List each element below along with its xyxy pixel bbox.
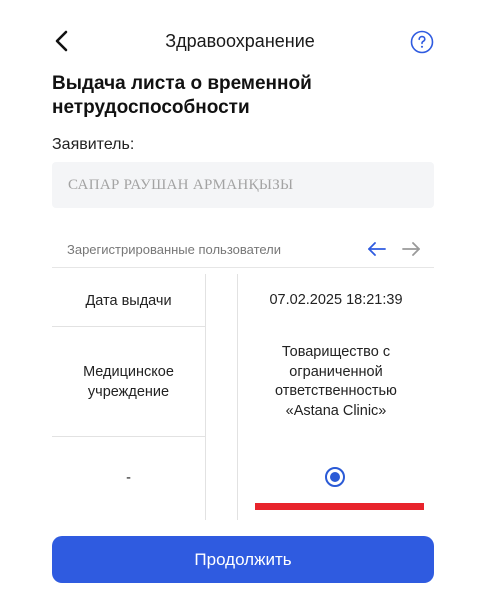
highlight-bar	[255, 503, 424, 510]
medical-institution-label: Медицинское учреждение	[83, 364, 174, 400]
arrow-right-icon	[402, 242, 420, 256]
page-title: Выдача листа о временной нетрудоспособно…	[52, 73, 312, 118]
registered-users-header: Зарегистрированные пользователи	[52, 232, 434, 268]
issue-date-value: 07.02.2025 18:21:39	[269, 292, 403, 308]
issue-date-label: Дата выдачи	[85, 293, 172, 309]
row-divider	[52, 326, 205, 327]
selection-label: -	[126, 470, 131, 486]
registered-users-label: Зарегистрированные пользователи	[67, 242, 282, 257]
medical-institution-value: Товарищество с ограниченной ответственно…	[275, 344, 397, 419]
help-button[interactable]	[410, 30, 434, 54]
users-table: Дата выдачи 07.02.2025 18:21:39 Медицинс…	[52, 274, 434, 520]
row-divider	[52, 436, 205, 437]
applicant-field[interactable]: САПАР РАУШАН АРМАНҚЫЗЫ	[52, 162, 434, 208]
applicant-value: САПАР РАУШАН АРМАНҚЫЗЫ	[68, 176, 294, 193]
column-divider	[205, 274, 206, 520]
select-radio[interactable]	[325, 467, 345, 487]
prev-button[interactable]	[366, 238, 388, 260]
question-circle-icon	[410, 30, 434, 54]
arrow-left-icon	[368, 242, 386, 256]
radio-selected-dot	[330, 472, 340, 482]
applicant-label: Заявитель:	[52, 136, 135, 153]
continue-button[interactable]: Продолжить	[52, 536, 434, 583]
next-button[interactable]	[400, 238, 422, 260]
header-title: Здравоохранение	[165, 31, 315, 51]
